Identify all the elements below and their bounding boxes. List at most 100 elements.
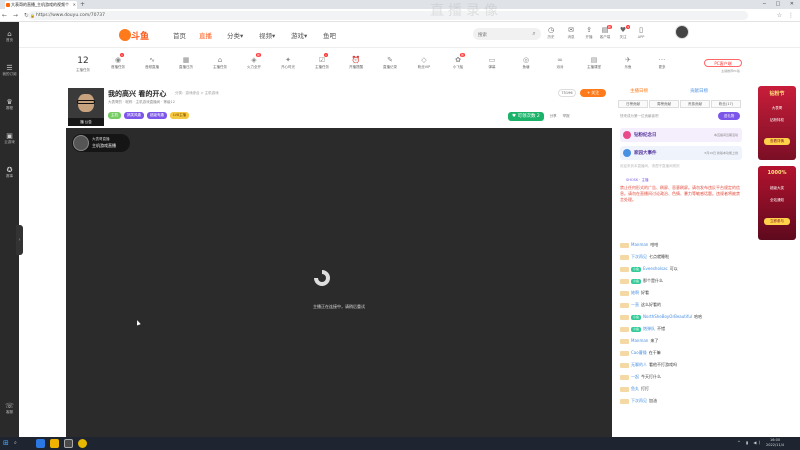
search-input[interactable]: [478, 28, 520, 40]
task-item-4[interactable]: ◈ 火力全开 新: [242, 53, 266, 70]
sidebar-item-4[interactable]: ✪ 赛事: [0, 166, 19, 179]
chat-username[interactable]: Eveesholsac: [643, 266, 668, 271]
header-follow-button[interactable]: ♥ 关注 9: [616, 25, 630, 40]
ad-button[interactable]: 查看详情: [764, 138, 790, 145]
ad-button[interactable]: 立即参与: [764, 218, 790, 225]
sidebar-collapse-handle[interactable]: ›: [16, 225, 23, 255]
os-search-icon[interactable]: ⌕: [14, 440, 17, 446]
room-tag-3[interactable]: LV8主播: [170, 112, 190, 119]
task-item-13[interactable]: ∞ 派对: [548, 55, 572, 70]
sidebar-item-3[interactable]: ▣ 云游戏: [0, 132, 19, 145]
level-box[interactable]: 12 主播任务: [72, 56, 94, 73]
sidebar-item-2[interactable]: ♛ 赛程: [0, 98, 19, 111]
room-tag-0[interactable]: 主机: [108, 112, 121, 119]
chat-username[interactable]: 一直: [631, 302, 639, 307]
chat-username[interactable]: NorthSheBoyOrBeautiful: [643, 314, 692, 319]
chat-username[interactable]: Cao曹操: [631, 350, 647, 355]
video-player[interactable]: 大表哥直播 主机游戏直播 主播正在连接中，请稍后重试: [66, 128, 612, 437]
header-message-button[interactable]: ✉ 消息: [564, 26, 578, 40]
task-item-3[interactable]: ⌂ 主播任务: [208, 55, 232, 70]
task-item-7[interactable]: ⏰ 开播提醒: [344, 55, 368, 70]
search-box[interactable]: ⌕: [473, 28, 541, 40]
nav-buttons[interactable]: ← → ↻: [2, 9, 31, 22]
window-controls[interactable]: ─ □ ✕: [763, 0, 798, 9]
chat-username[interactable]: 下次再见: [631, 398, 647, 403]
chrome-app-icon[interactable]: [78, 439, 87, 448]
chat-username[interactable]: 她啊: [631, 290, 639, 295]
rank-title-right[interactable]: 贡献日榜: [690, 88, 708, 94]
sidebar-item-0[interactable]: ⌂ 首页: [0, 30, 19, 43]
task-item-5[interactable]: ✦ 开心时光: [276, 55, 300, 70]
rank-title-left[interactable]: 主播日榜: [630, 88, 648, 94]
gift-count-button[interactable]: ♥ 可领次数 2: [508, 112, 544, 121]
url-field[interactable]: 🔒 https://www.douyu.com/70737: [28, 11, 748, 20]
edge-app-icon[interactable]: [36, 439, 45, 448]
header-upload-button[interactable]: ⇪ 开播: [582, 26, 596, 40]
room-tag-2[interactable]: 超级有趣: [147, 112, 167, 119]
nav-link-3[interactable]: 视频▾: [259, 30, 275, 40]
start-icon[interactable]: ⊞: [3, 439, 9, 448]
task-item-0[interactable]: ◉ 首播任务 1: [106, 53, 130, 70]
media-app-icon[interactable]: [64, 439, 73, 448]
task-item-16[interactable]: ··· 更多: [650, 55, 674, 70]
task-item-2[interactable]: ▦ 直播日历: [174, 55, 198, 70]
rank-tab-0[interactable]: 日榜贡献: [618, 100, 648, 108]
chat-username[interactable]: 下次再见: [631, 254, 647, 259]
room-category[interactable]: 分类：游戏综合 > 主机游戏: [175, 91, 219, 96]
nav-link-4[interactable]: 游戏▾: [291, 30, 307, 40]
rank-tab-2[interactable]: 贵族贡献: [680, 100, 710, 108]
chat-username[interactable]: 无聊的人: [631, 362, 647, 367]
user-avatar[interactable]: [675, 25, 689, 39]
nav-link-5[interactable]: 鱼吧: [323, 30, 336, 40]
explorer-app-icon[interactable]: [50, 439, 59, 448]
fan-count: 75196: [558, 89, 576, 97]
nav-link-1[interactable]: 直播: [199, 30, 212, 40]
task-item-1[interactable]: ∿ 音频直播: [140, 55, 164, 70]
sidebar-item-5[interactable]: ☏ 客服: [0, 402, 19, 415]
header-history-button[interactable]: ◷ 历史: [544, 26, 558, 40]
pc-client-button[interactable]: PC客户端: [704, 59, 742, 67]
header-client-button[interactable]: ▤ 客户端新: [598, 25, 612, 40]
task-item-9[interactable]: ◇ 粉丝VIP: [412, 55, 436, 70]
room-tag-1[interactable]: 搞笑风趣: [124, 112, 144, 119]
promo-card-0[interactable]: 钻粉纪念日 本直播间近期活动: [620, 128, 742, 142]
chat-message: Manman 哈哈: [620, 242, 740, 248]
nav-link-2[interactable]: 分类▾: [227, 30, 243, 40]
nav-link-0[interactable]: 首页: [173, 30, 186, 40]
browser-tab[interactable]: 大表哥的直播_主机游戏的视频个 ✕: [5, 1, 77, 9]
chat-username[interactable]: 鱼丸: [631, 386, 639, 391]
task-item-8[interactable]: ✎ 直播记录: [378, 55, 402, 70]
chat-username[interactable]: Manman: [631, 242, 648, 247]
player-streamer-badge[interactable]: 大表哥直播 主机游戏直播: [72, 134, 130, 152]
tab-close-icon[interactable]: ✕: [73, 1, 76, 9]
task-item-15[interactable]: ✈ 乐鱼: [616, 55, 640, 70]
os-clock[interactable]: 16:00 2022/11/4: [766, 438, 784, 448]
task-item-11[interactable]: ▭ 弹幕: [480, 55, 504, 70]
side-ad-0[interactable]: 钻粉节 大表哥 钻粉特权 查看详情: [758, 86, 796, 160]
follow-button[interactable]: + 关注: [580, 89, 606, 97]
chat-username[interactable]: 炮弹队: [643, 326, 655, 331]
logo[interactable]: 斗鱼: [119, 27, 151, 43]
task-item-12[interactable]: ◎ 鱼塘: [514, 55, 538, 70]
side-ad-1[interactable]: 1000% 超级大奖 全站通知 立即参与: [758, 166, 796, 240]
new-tab-icon[interactable]: +: [80, 0, 85, 9]
system-tray[interactable]: ^ ▮ ◀): [737, 440, 762, 445]
share-button[interactable]: 分享: [550, 114, 557, 119]
promo-card-1[interactable]: 家园大事件 5月19日 新版本功能上线: [620, 146, 742, 160]
report-button[interactable]: 举报: [563, 114, 570, 119]
rank-tab-3[interactable]: 粉丝(17): [711, 100, 741, 108]
chat-username[interactable]: Manman: [631, 338, 648, 343]
task-item-6[interactable]: ☑ 主播任务 1: [310, 53, 334, 70]
streamer-avatar[interactable]: 播 公告: [68, 88, 104, 126]
chat-panel[interactable]: 欢迎来到本直播间，请遵守直播间规则 SHOSK · 主播 禁止任何形式的广告、刷…: [616, 164, 744, 437]
search-icon[interactable]: ⌕: [527, 28, 541, 40]
task-item-10[interactable]: ✿ 小飞船 新: [446, 53, 470, 70]
extension-icons[interactable]: ☆ ⋮: [777, 9, 796, 22]
sidebar-item-1[interactable]: ☰ 我的订阅: [0, 64, 19, 77]
task-item-14[interactable]: ▤ 主播课堂: [582, 55, 606, 70]
rank-gift-button[interactable]: 送礼物: [718, 112, 740, 120]
ad-line2: 钻粉特权: [770, 118, 784, 122]
rank-tab-1[interactable]: 周榜贡献: [649, 100, 679, 108]
chat-username[interactable]: 一起: [631, 374, 639, 379]
header-app-button[interactable]: ▯ APP: [634, 26, 648, 39]
